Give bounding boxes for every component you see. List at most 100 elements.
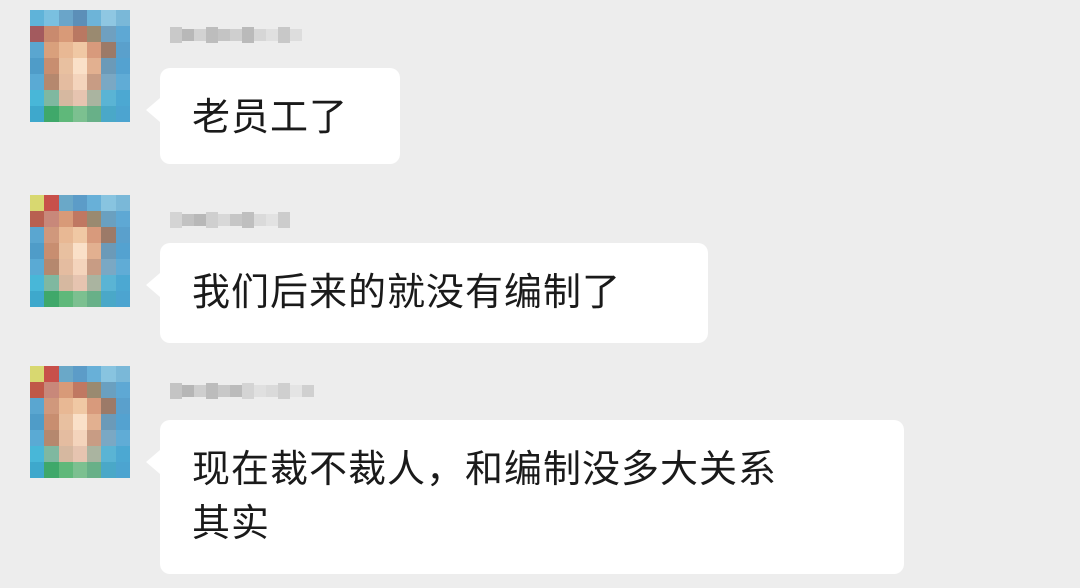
message-bubble[interactable]: 老员工了: [146, 68, 400, 164]
avatar-pixel: [87, 398, 102, 414]
name-blur-block: [278, 383, 290, 399]
name-blur-block: [170, 212, 182, 228]
avatar-pixel: [58, 26, 73, 42]
avatar-pixel: [72, 275, 88, 291]
avatar-pixel: [115, 227, 130, 243]
name-blur-block: [290, 385, 302, 397]
name-blur-block: [266, 29, 278, 41]
avatar-pixel: [101, 259, 116, 275]
avatar-pixel: [58, 291, 73, 307]
avatar[interactable]: [30, 10, 130, 122]
name-blur-block: [206, 383, 218, 399]
avatar-pixel: [87, 382, 102, 398]
avatar-pixel: [30, 211, 45, 227]
avatar-pixel: [115, 398, 130, 414]
name-blur-block: [254, 214, 266, 226]
name-blur-block: [170, 383, 182, 399]
avatar-pixel: [58, 366, 73, 382]
avatar-pixel: [115, 10, 130, 26]
name-blur-block: [242, 383, 254, 399]
avatar-pixel: [58, 382, 73, 398]
avatar-pixel: [30, 74, 45, 90]
avatar-pixel: [101, 291, 116, 307]
message-bubble[interactable]: 现在裁不裁人，和编制没多大关系 其实: [146, 420, 904, 574]
avatar-pixel: [72, 26, 88, 42]
avatar-pixel: [101, 275, 116, 291]
name-blur-block: [254, 385, 266, 397]
avatar-pixel: [87, 106, 102, 122]
avatar-pixel: [87, 462, 102, 478]
name-blur-block: [230, 385, 242, 397]
avatar-pixel: [44, 227, 59, 243]
avatar-pixel: [30, 366, 45, 382]
avatar-pixel: [87, 291, 102, 307]
avatar-pixel: [101, 211, 116, 227]
avatar-pixel: [44, 42, 59, 58]
avatar-pixel: [30, 462, 45, 478]
avatar-pixel: [44, 446, 59, 462]
avatar-pixel: [72, 398, 88, 414]
avatar-pixel: [101, 243, 116, 259]
avatar-pixel: [72, 195, 88, 211]
avatar-pixel: [30, 195, 45, 211]
avatar-pixel: [30, 259, 45, 275]
avatar-pixel: [101, 74, 116, 90]
name-blur-block: [182, 214, 194, 226]
avatar-pixel: [58, 195, 73, 211]
name-blur-block: [290, 29, 302, 41]
avatar-pixel: [72, 243, 88, 259]
avatar-pixel: [30, 26, 45, 42]
name-blur-block: [266, 385, 278, 397]
avatar-pixel: [115, 291, 130, 307]
avatar[interactable]: [30, 366, 130, 478]
avatar-pixel: [30, 382, 45, 398]
avatar-pixel: [58, 106, 73, 122]
avatar-pixel: [101, 106, 116, 122]
name-blur-block: [218, 214, 230, 226]
name-blur-block: [182, 385, 194, 397]
avatar-pixel: [44, 291, 59, 307]
sender-name-blurred: [170, 207, 290, 233]
avatar-pixel: [72, 10, 88, 26]
avatar-pixel: [101, 42, 116, 58]
name-blur-block: [206, 27, 218, 43]
avatar-pixel: [30, 291, 45, 307]
avatar-pixel: [44, 462, 59, 478]
name-blur-block: [206, 212, 218, 228]
avatar-pixel: [30, 398, 45, 414]
avatar-pixel: [44, 398, 59, 414]
sender-name-blurred: [170, 22, 302, 48]
avatar-pixel: [30, 42, 45, 58]
avatar-pixel: [101, 462, 116, 478]
avatar-pixel: [44, 26, 59, 42]
avatar-pixel: [58, 90, 73, 106]
avatar-pixel: [44, 90, 59, 106]
avatar-pixel: [30, 243, 45, 259]
avatar-pixel: [87, 366, 102, 382]
avatar-pixel: [87, 74, 102, 90]
avatar-pixel: [72, 42, 88, 58]
avatar-pixel: [72, 430, 88, 446]
avatar-pixel: [115, 42, 130, 58]
name-blur-block: [230, 214, 242, 226]
name-blur-block: [302, 385, 314, 397]
avatar-pixel: [58, 227, 73, 243]
avatar-pixel: [101, 227, 116, 243]
avatar-pixel: [101, 382, 116, 398]
avatar-pixel: [72, 366, 88, 382]
avatar-pixel: [101, 26, 116, 42]
name-blur-block: [278, 212, 290, 228]
avatar-pixel: [87, 446, 102, 462]
name-blur-block: [254, 29, 266, 41]
avatar-pixel: [58, 259, 73, 275]
avatar-pixel: [115, 366, 130, 382]
message-bubble[interactable]: 我们后来的就没有编制了: [146, 243, 708, 343]
avatar-pixel: [101, 446, 116, 462]
avatar-pixel: [58, 446, 73, 462]
avatar-pixel: [87, 10, 102, 26]
avatar[interactable]: [30, 195, 130, 307]
name-blur-block: [170, 27, 182, 43]
avatar-pixel: [115, 211, 130, 227]
avatar-pixel: [101, 90, 116, 106]
avatar-pixel: [87, 259, 102, 275]
